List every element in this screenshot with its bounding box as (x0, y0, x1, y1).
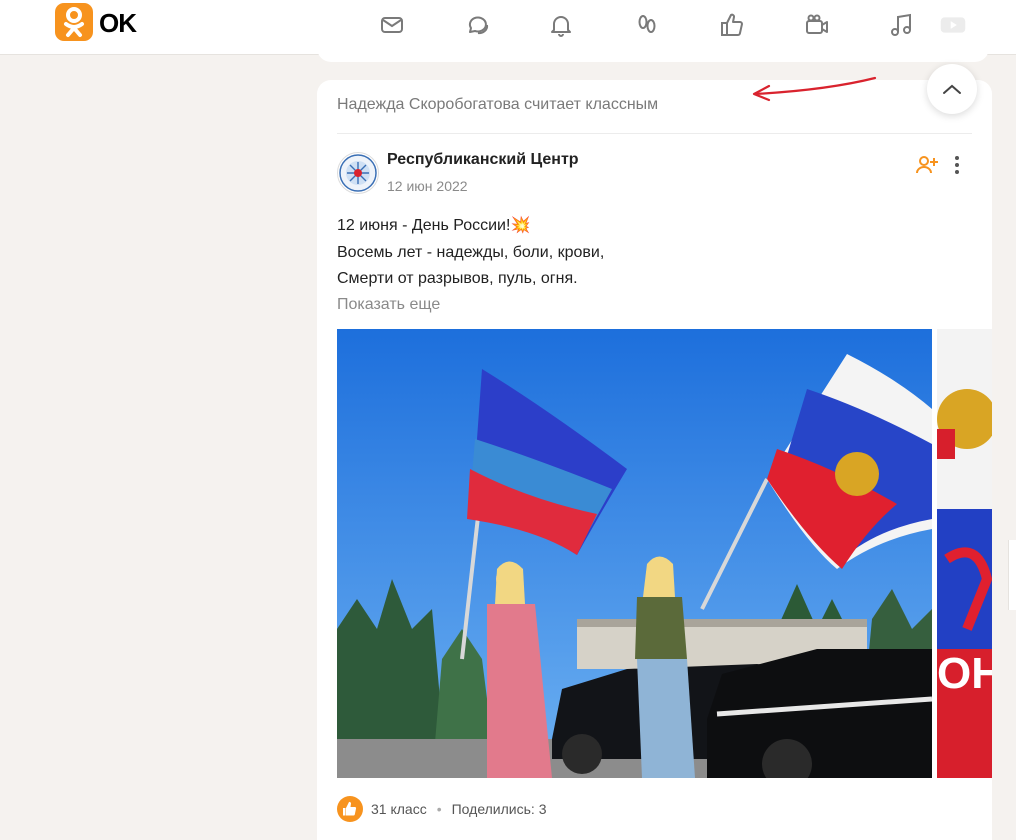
add-friend-icon[interactable] (915, 154, 939, 176)
previous-post-card-edge (317, 40, 989, 62)
shares-count[interactable]: Поделились: 3 (452, 801, 547, 817)
likes-count[interactable]: 31 класс (371, 801, 427, 817)
chat-icon[interactable] (462, 10, 492, 40)
post-photo-emblem[interactable]: ОН (937, 329, 992, 778)
post-text-line: Восемь лет - надежды, боли, крови, (337, 243, 605, 261)
show-more-link[interactable]: Показать еще (337, 296, 440, 314)
bell-icon[interactable] (546, 10, 576, 40)
more-options-icon[interactable] (949, 154, 965, 176)
ok-logo-icon[interactable] (55, 3, 93, 41)
video-icon[interactable] (802, 10, 832, 40)
divider (337, 133, 972, 134)
emblem-partial-text: ОН (937, 649, 992, 698)
play-icon[interactable] (936, 10, 970, 40)
chevron-up-icon (943, 84, 961, 94)
like-icon[interactable] (717, 10, 747, 40)
logo-text[interactable]: OK (99, 8, 137, 39)
music-icon[interactable] (886, 10, 916, 40)
post-text: 12 июня - День России!💥 Восемь лет - над… (337, 213, 604, 293)
post-text-line: Смерти от разрывов, пуль, огня. (337, 270, 578, 287)
post-footer: 31 класс • Поделились: 3 (337, 796, 546, 822)
dot-separator: • (436, 801, 442, 817)
post-photo-flags[interactable] (337, 329, 932, 778)
feed-post-card: Надежда Скоробогатова считает классным Р… (317, 76, 992, 840)
red-arrow-annotation-icon (752, 76, 877, 102)
post-text-line: 12 июня - День России!💥 (337, 217, 531, 234)
author-avatar[interactable] (337, 152, 379, 194)
footprints-icon[interactable] (632, 10, 662, 40)
scroll-to-top-button[interactable] (927, 64, 977, 114)
post-date[interactable]: 12 июн 2022 (387, 178, 468, 194)
author-name[interactable]: Республиканский Центр (387, 151, 579, 169)
mail-icon[interactable] (377, 10, 407, 40)
class-like-icon[interactable] (337, 796, 363, 822)
side-panel-edge (1008, 540, 1016, 610)
liked-by-text[interactable]: Надежда Скоробогатова считает классным (337, 96, 658, 114)
